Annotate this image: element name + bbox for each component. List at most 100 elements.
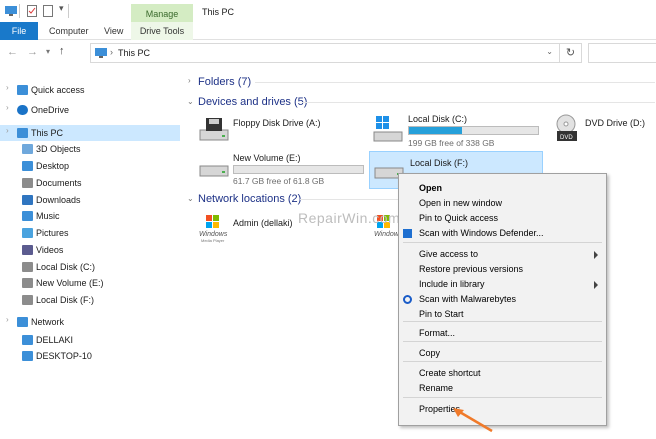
tab-manage[interactable]: Manage xyxy=(131,4,193,24)
computer-icon xyxy=(22,351,33,361)
sidebar-item-label: DESKTOP-10 xyxy=(36,351,92,361)
menu-item-rename[interactable]: Rename xyxy=(399,381,606,396)
sidebar-item[interactable]: Music xyxy=(0,208,180,224)
drive-e[interactable]: New Volume (E:) 61.7 GB free of 61.8 GB xyxy=(196,150,366,186)
menu-item-give-access-to[interactable]: Give access to xyxy=(399,247,606,262)
sidebar-item[interactable]: New Volume (E:) xyxy=(0,275,180,291)
sidebar-item[interactable]: 3D Objects xyxy=(0,141,180,157)
menu-separator xyxy=(403,397,602,398)
sidebar-item[interactable]: DELLAKI xyxy=(0,332,180,348)
watermark: RepairWin.com xyxy=(298,210,401,226)
sidebar-item-label: DELLAKI xyxy=(36,335,74,345)
menu-item-label: Pin to Start xyxy=(419,309,464,319)
malwarebytes-icon xyxy=(403,295,412,304)
section-network[interactable]: Network locations (2) xyxy=(198,192,301,206)
picture-icon xyxy=(22,228,33,238)
windows-drive-icon xyxy=(373,116,403,142)
section-devices[interactable]: Devices and drives (5) xyxy=(198,95,307,109)
computer-icon xyxy=(17,128,28,138)
sidebar-item[interactable]: Local Disk (F:) xyxy=(0,292,180,308)
expand-chevron-icon[interactable]: › xyxy=(6,126,9,135)
refresh-button[interactable]: ↻ xyxy=(560,43,582,63)
sidebar-item[interactable]: Downloads xyxy=(0,192,180,208)
menu-item-pin-to-quick-access[interactable]: Pin to Quick access xyxy=(399,211,606,226)
chevron-down-icon[interactable]: ⌄ xyxy=(187,194,194,203)
computer-icon xyxy=(22,335,33,345)
download-icon xyxy=(22,195,33,205)
menu-item-open[interactable]: Open xyxy=(399,181,606,196)
sidebar-item[interactable]: Pictures xyxy=(0,225,180,241)
sidebar-item[interactable]: DESKTOP-10 xyxy=(0,348,180,364)
divider xyxy=(302,102,655,103)
sidebar-item[interactable]: Local Disk (C:) xyxy=(0,259,180,275)
up-button[interactable]: ↑ xyxy=(59,45,65,57)
cloud-icon xyxy=(17,105,28,115)
document-icon xyxy=(22,178,33,188)
quick-access-toolbar-menu[interactable]: ▾ xyxy=(59,3,64,14)
back-button[interactable]: ← xyxy=(7,46,18,58)
sidebar-item-label: Local Disk (F:) xyxy=(36,295,95,305)
tab-file[interactable]: File xyxy=(0,22,38,40)
drive-c[interactable]: Local Disk (C:) 199 GB free of 338 GB xyxy=(370,112,545,148)
menu-item-properties[interactable]: Properties xyxy=(399,402,606,417)
sidebar-item-label: Documents xyxy=(36,178,82,188)
menu-item-restore-previous-versions[interactable]: Restore previous versions xyxy=(399,262,606,277)
expand-chevron-icon[interactable]: › xyxy=(6,103,9,112)
sidebar-item[interactable]: OneDrive xyxy=(0,102,180,118)
menu-item-label: Pin to Quick access xyxy=(419,213,499,223)
menu-item-pin-to-start[interactable]: Pin to Start xyxy=(399,307,606,322)
defender-icon xyxy=(403,229,412,238)
menu-item-include-in-library[interactable]: Include in library xyxy=(399,277,606,292)
address-bar[interactable]: › This PC ⌄ xyxy=(90,43,560,63)
logo-text: Windows xyxy=(199,231,228,238)
menu-separator xyxy=(403,341,602,342)
chevron-right-icon[interactable]: › xyxy=(188,76,191,85)
navigation-pane: Quick access OneDrive This PC 3D Objects Des… xyxy=(0,78,182,378)
drive-name: Local Disk (F:) xyxy=(410,158,469,168)
drive-icon xyxy=(199,165,229,177)
sidebar-item[interactable]: Desktop xyxy=(0,158,180,174)
sidebar-item-label: Quick access xyxy=(31,85,85,95)
drive-free-space: 61.7 GB free of 61.8 GB xyxy=(233,176,325,186)
menu-item-copy[interactable]: Copy xyxy=(399,346,606,361)
search-input[interactable] xyxy=(588,43,656,63)
menu-item-scan-with-malwarebytes[interactable]: Scan with Malwarebytes xyxy=(399,292,606,307)
tab-computer[interactable]: Computer xyxy=(49,22,89,40)
divider xyxy=(68,4,69,18)
expand-chevron-icon[interactable]: › xyxy=(6,315,9,324)
divider xyxy=(255,82,655,83)
sidebar-item[interactable]: This PC xyxy=(0,125,180,141)
address-dropdown[interactable]: ⌄ xyxy=(546,47,553,56)
menu-item-open-in-new-window[interactable]: Open in new window xyxy=(399,196,606,211)
pointer-arrow xyxy=(453,408,493,433)
tab-view[interactable]: View xyxy=(104,22,123,40)
forward-button[interactable]: → xyxy=(27,46,38,58)
menu-separator xyxy=(403,321,602,322)
expand-chevron-icon[interactable]: › xyxy=(6,83,9,92)
breadcrumb[interactable]: This PC xyxy=(118,48,150,58)
breadcrumb-separator: › xyxy=(110,47,113,57)
network-location-name: Admin (dellaki) xyxy=(233,218,293,228)
properties-icon[interactable] xyxy=(27,5,37,17)
video-icon xyxy=(22,245,33,255)
chevron-down-icon[interactable]: ⌄ xyxy=(187,97,194,106)
floppy-drive-icon xyxy=(199,118,229,141)
tab-drive-tools[interactable]: Drive Tools xyxy=(131,22,193,40)
drive-floppy[interactable]: Floppy Disk Drive (A:) xyxy=(196,112,366,148)
recent-locations-button[interactable]: ▾ xyxy=(46,47,50,56)
menu-item-label: Format... xyxy=(419,328,456,338)
sidebar-item-label: This PC xyxy=(31,128,64,138)
new-folder-icon[interactable] xyxy=(43,5,53,17)
sidebar-item[interactable]: Network xyxy=(0,314,180,330)
section-folders[interactable]: Folders (7) xyxy=(198,75,251,89)
sidebar-item[interactable]: Documents xyxy=(0,175,180,191)
menu-item-scan-with-windows-defender[interactable]: Scan with Windows Defender... xyxy=(399,226,606,241)
sidebar-item[interactable]: Quick access xyxy=(0,82,180,98)
menu-item-label: Copy xyxy=(419,348,441,358)
sidebar-item-label: Pictures xyxy=(36,228,69,238)
drive-name: New Volume (E:) xyxy=(233,153,301,163)
drive-dvd[interactable]: DVD DVD Drive (D:) xyxy=(548,112,656,148)
menu-item-format[interactable]: Format... xyxy=(399,326,606,341)
menu-item-create-shortcut[interactable]: Create shortcut xyxy=(399,366,606,381)
sidebar-item[interactable]: Videos xyxy=(0,242,180,258)
